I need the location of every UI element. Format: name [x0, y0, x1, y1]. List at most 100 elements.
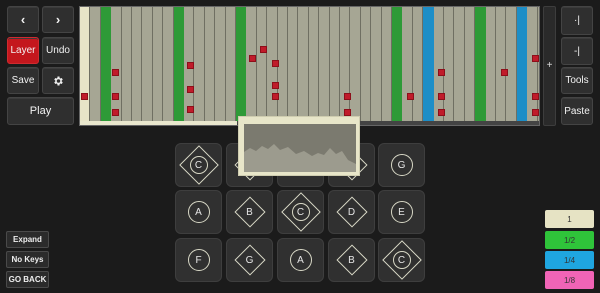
grid-column[interactable] [111, 7, 122, 124]
note-block[interactable] [501, 69, 508, 76]
grid-column[interactable] [516, 7, 528, 124]
grid-column[interactable] [319, 7, 330, 124]
grid-column[interactable] [496, 7, 507, 124]
piano-roll-grid[interactable] [79, 6, 540, 126]
note-block[interactable] [438, 69, 445, 76]
go-back-button[interactable]: GO BACK [6, 271, 49, 288]
note-pad[interactable]: A [175, 190, 222, 234]
grid-column[interactable] [485, 7, 496, 124]
note-block[interactable] [438, 93, 445, 100]
grid-column[interactable] [329, 7, 340, 124]
grid-column[interactable] [381, 7, 392, 124]
speed-button[interactable]: 1/8 [545, 271, 594, 289]
note-pad[interactable]: A [277, 238, 324, 282]
note-pad[interactable]: C [277, 190, 324, 234]
grid-column[interactable] [527, 7, 538, 124]
grid-column[interactable] [80, 7, 91, 124]
note-pad[interactable]: G [226, 238, 273, 282]
no-keys-button[interactable]: No Keys [6, 251, 49, 268]
grid-column[interactable] [142, 7, 153, 124]
grid-column[interactable] [402, 7, 413, 124]
note-block[interactable] [272, 60, 279, 67]
grid-column[interactable] [308, 7, 320, 124]
note-block[interactable] [112, 93, 119, 100]
pad-label: A [297, 254, 304, 266]
grid-column[interactable] [360, 7, 372, 124]
grid-column[interactable] [298, 7, 309, 124]
grid-column[interactable] [350, 7, 361, 124]
grid-column[interactable] [423, 7, 434, 124]
note-block[interactable] [81, 93, 88, 100]
grid-column[interactable] [277, 7, 288, 124]
note-block[interactable] [187, 62, 194, 69]
note-pad[interactable]: D [328, 190, 375, 234]
jump-end-button[interactable]: -| [561, 37, 593, 65]
note-pad[interactable]: F [175, 238, 222, 282]
note-block[interactable] [407, 93, 414, 100]
add-button[interactable]: + [543, 60, 556, 71]
note-block[interactable] [187, 86, 194, 93]
speed-button[interactable]: 1 [545, 210, 594, 228]
note-block[interactable] [532, 55, 539, 62]
grid-column[interactable] [204, 7, 216, 124]
paste-button[interactable]: Paste [561, 97, 593, 125]
grid-column[interactable] [412, 7, 424, 124]
play-button[interactable]: Play [7, 97, 74, 125]
grid-column[interactable] [454, 7, 465, 124]
note-block[interactable] [112, 69, 119, 76]
grid-column[interactable] [152, 7, 164, 124]
note-pad[interactable]: C [378, 238, 425, 282]
note-pad[interactable]: B [226, 190, 273, 234]
note-block[interactable] [249, 55, 256, 62]
grid-column[interactable] [392, 7, 403, 124]
grid-column[interactable] [246, 7, 257, 124]
grid-column[interactable] [225, 7, 236, 124]
note-pad[interactable]: G [378, 143, 425, 187]
grid-column[interactable] [506, 7, 517, 124]
grid-column[interactable] [464, 7, 476, 124]
grid-column[interactable] [90, 7, 101, 124]
grid-column[interactable] [340, 7, 351, 124]
note-pad[interactable]: C [175, 143, 222, 187]
note-pad[interactable]: B [328, 238, 375, 282]
grid-column[interactable] [132, 7, 143, 124]
grid-column[interactable] [433, 7, 444, 124]
grid-column[interactable] [371, 7, 382, 124]
expand-button[interactable]: Expand [6, 231, 49, 248]
note-block[interactable] [438, 109, 445, 116]
grid-column[interactable] [215, 7, 226, 124]
grid-column[interactable] [163, 7, 174, 124]
undo-button[interactable]: Undo [42, 37, 74, 64]
grid-column[interactable] [173, 7, 184, 124]
note-block[interactable] [532, 93, 539, 100]
grid-column[interactable] [194, 7, 205, 124]
grid-column[interactable] [444, 7, 455, 124]
scrollbar-thumb[interactable] [80, 121, 237, 125]
grid-column[interactable] [100, 7, 112, 124]
grid-column[interactable] [236, 7, 247, 124]
note-block[interactable] [260, 46, 267, 53]
speed-button[interactable]: 1/2 [545, 231, 594, 249]
speed-button[interactable]: 1/4 [545, 251, 594, 269]
note-block[interactable] [187, 106, 194, 113]
save-button[interactable]: Save [7, 67, 39, 94]
grid-column[interactable] [475, 7, 486, 124]
tools-button[interactable]: Tools [561, 67, 593, 94]
grid-column[interactable] [121, 7, 132, 124]
jump-start-button[interactable]: ·| [561, 6, 593, 35]
note-block[interactable] [344, 109, 351, 116]
prev-button[interactable]: ‹ [7, 6, 39, 33]
settings-button[interactable] [42, 67, 74, 94]
next-button[interactable]: › [42, 6, 74, 33]
note-block[interactable] [272, 93, 279, 100]
layer-button[interactable]: Layer [7, 37, 39, 64]
note-block[interactable] [112, 109, 119, 116]
note-block[interactable] [532, 109, 539, 116]
note-pad[interactable]: E [378, 190, 425, 234]
gear-icon [54, 76, 63, 85]
grid-column[interactable] [256, 7, 268, 124]
grid-column[interactable] [288, 7, 299, 124]
note-block[interactable] [344, 93, 351, 100]
note-block[interactable] [272, 82, 279, 89]
pad-label: C [296, 206, 305, 218]
